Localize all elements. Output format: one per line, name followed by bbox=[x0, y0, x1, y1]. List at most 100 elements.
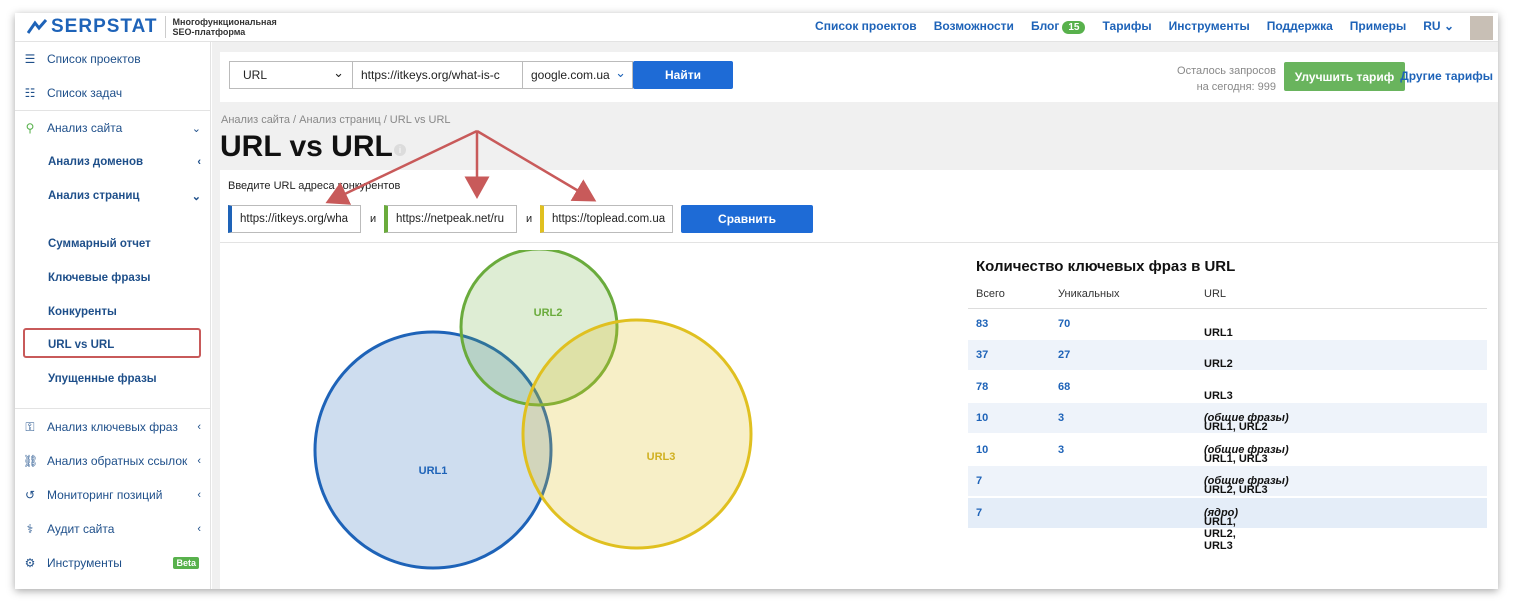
chevron-down-icon: ⌄ bbox=[333, 65, 344, 80]
search-type-select[interactable]: URL ⌄ bbox=[229, 61, 353, 89]
competitors-prompt: Введите URL адреса конкурентов bbox=[228, 180, 401, 192]
venn-diagram: URL1 URL2 URL3 bbox=[313, 250, 753, 570]
chevron-left-icon: ‹ bbox=[197, 523, 201, 535]
url3-value: https://toplead.com.ua bbox=[552, 213, 666, 225]
row-unique[interactable]: 68 bbox=[1058, 381, 1070, 393]
remaining-line2: на сегодня: 999 bbox=[1196, 81, 1276, 93]
table-row: 10 3 URL1, URL2 (общие фразы) bbox=[968, 403, 1487, 433]
table-row: 10 3 URL1, URL3 (общие фразы) bbox=[968, 435, 1487, 465]
row-total[interactable]: 83 bbox=[976, 318, 988, 330]
row-unique[interactable]: 27 bbox=[1058, 349, 1070, 361]
chevron-left-icon: ‹ bbox=[197, 156, 201, 168]
nav-pricing[interactable]: Тарифы bbox=[1102, 19, 1151, 33]
nav-blog[interactable]: Блог 15 bbox=[1030, 19, 1086, 34]
search-url-value: https://itkeys.org/what-is-c bbox=[361, 68, 500, 82]
row-url: URL2, URL3 (общие фразы) bbox=[1204, 475, 1289, 496]
nav-tools[interactable]: Инструменты bbox=[1169, 19, 1250, 33]
list-icon: ☷ bbox=[24, 86, 36, 100]
chevron-left-icon: ‹ bbox=[197, 489, 201, 501]
url1-value: https://itkeys.org/wha bbox=[240, 213, 349, 225]
sidebar-item-projects[interactable]: ☰ Список проектов bbox=[15, 44, 211, 74]
find-button[interactable]: Найти bbox=[633, 61, 733, 89]
other-plans-link[interactable]: Другие тарифы bbox=[1400, 69, 1493, 83]
chevron-left-icon: ‹ bbox=[197, 421, 201, 433]
nav-support[interactable]: Поддержка bbox=[1267, 19, 1333, 33]
main-content: URL ⌄ https://itkeys.org/what-is-c googl… bbox=[212, 42, 1498, 589]
row-total[interactable]: 37 bbox=[976, 349, 988, 361]
sidebar-item-domain-analysis[interactable]: Анализ доменов ‹ bbox=[15, 147, 211, 177]
row-unique[interactable]: 3 bbox=[1058, 444, 1064, 456]
row-url-label: URL1, URL2 bbox=[1204, 421, 1268, 433]
menu-icon: ☰ bbox=[24, 52, 36, 66]
row-unique[interactable]: 3 bbox=[1058, 412, 1064, 424]
column-header-unique: Уникальных bbox=[1058, 288, 1120, 300]
language-label: RU bbox=[1423, 19, 1441, 33]
sidebar-item-site-audit[interactable]: ⚕ Аудит сайта ‹ bbox=[15, 514, 211, 544]
sidebar-item-tools[interactable]: ⚙ Инструменты Beta bbox=[15, 548, 211, 578]
chevron-left-icon: ‹ bbox=[197, 455, 201, 467]
sidebar-item-missed-keywords[interactable]: Упущенные фразы bbox=[15, 364, 211, 394]
url3-input[interactable]: https://toplead.com.ua bbox=[540, 205, 673, 233]
sidebar-divider bbox=[15, 110, 211, 111]
column-header-total: Всего bbox=[976, 288, 1005, 300]
sidebar-item-backlinks[interactable]: ⛓ Анализ обратных ссылок ‹ bbox=[15, 446, 211, 476]
venn-circle-url3 bbox=[521, 318, 753, 550]
sidebar-item-label: Упущенные фразы bbox=[48, 373, 157, 385]
nav-examples[interactable]: Примеры bbox=[1350, 19, 1406, 33]
and-label: и bbox=[526, 213, 533, 225]
logo[interactable]: SERPSTAT Многофункциональная SEO-платфор… bbox=[27, 16, 277, 38]
blog-badge: 15 bbox=[1062, 21, 1086, 34]
row-total[interactable]: 78 bbox=[976, 381, 988, 393]
row-total[interactable]: 10 bbox=[976, 444, 988, 456]
row-url: URL1, URL3 (общие фразы) bbox=[1204, 444, 1289, 465]
sidebar-item-label: Анализ страниц bbox=[48, 190, 140, 202]
url1-input[interactable]: https://itkeys.org/wha bbox=[228, 205, 361, 233]
url2-value: https://netpeak.net/ru bbox=[396, 213, 505, 225]
sidebar-item-competitors[interactable]: Конкуренты bbox=[15, 297, 211, 327]
row-url-label: URL1, URL3 bbox=[1204, 453, 1268, 465]
table-row: 78 68 URL3 bbox=[968, 372, 1487, 402]
venn-label-url2: URL2 bbox=[534, 307, 563, 319]
nav-features[interactable]: Возможности bbox=[934, 19, 1014, 33]
nav-projects[interactable]: Список проектов bbox=[815, 19, 917, 33]
sidebar-item-page-analysis[interactable]: Анализ страниц ⌄ bbox=[15, 181, 211, 211]
language-selector[interactable]: RU ⌄ bbox=[1423, 19, 1454, 33]
row-url-label: URL3 bbox=[1204, 390, 1233, 402]
sidebar-item-site-analysis[interactable]: ⚲ Анализ сайта ⌄ bbox=[15, 113, 211, 143]
sidebar-item-label: Мониторинг позиций bbox=[47, 488, 163, 502]
info-icon[interactable]: i bbox=[394, 144, 406, 156]
nav-blog-label: Блог bbox=[1030, 19, 1060, 33]
row-url-label: URL1 bbox=[1204, 327, 1233, 339]
logo-divider bbox=[164, 16, 166, 38]
avatar[interactable] bbox=[1470, 16, 1493, 40]
keywords-table-title: Количество ключевых фраз в URL bbox=[976, 258, 1236, 275]
brand-subtitle-line1: Многофункциональная bbox=[172, 17, 277, 27]
sidebar-item-keywords[interactable]: Ключевые фразы bbox=[15, 263, 211, 293]
row-total[interactable]: 10 bbox=[976, 412, 988, 424]
sidebar-divider bbox=[15, 408, 211, 409]
upgrade-button[interactable]: Улучшить тариф bbox=[1284, 62, 1405, 91]
sidebar-item-summary[interactable]: Суммарный отчет bbox=[15, 229, 211, 259]
sidebar-item-label: Суммарный отчет bbox=[48, 238, 151, 250]
and-label: и bbox=[370, 213, 377, 225]
search-url-input[interactable]: https://itkeys.org/what-is-c bbox=[352, 61, 523, 89]
key-icon: ⚿ bbox=[25, 419, 35, 434]
chevron-down-icon: ⌄ bbox=[615, 65, 626, 80]
compare-button[interactable]: Сравнить bbox=[681, 205, 813, 233]
sidebar-item-label: Инструменты bbox=[47, 556, 122, 570]
row-total[interactable]: 7 bbox=[976, 475, 982, 487]
sidebar-item-keyword-analysis[interactable]: ⚿ Анализ ключевых фраз ‹ bbox=[15, 412, 211, 442]
row-unique[interactable]: 70 bbox=[1058, 318, 1070, 330]
url2-input[interactable]: https://netpeak.net/ru bbox=[384, 205, 517, 233]
sidebar-item-rank-tracker[interactable]: ↺ Мониторинг позиций ‹ bbox=[15, 480, 211, 510]
search-engine-select[interactable]: google.com.ua ⌄ bbox=[522, 61, 633, 89]
row-total[interactable]: 7 bbox=[976, 507, 982, 519]
row-url-label: URL2, URL3 bbox=[1204, 484, 1268, 496]
venn-label-url3: URL3 bbox=[647, 451, 676, 463]
sidebar-item-label: Список проектов bbox=[47, 52, 141, 66]
sidebar-item-label: Анализ сайта bbox=[47, 121, 123, 135]
table-row: 83 70 URL1 bbox=[968, 309, 1487, 339]
sidebar-item-label: Аудит сайта bbox=[47, 522, 115, 536]
sidebar-item-tasks[interactable]: ☷ Список задач bbox=[15, 78, 211, 108]
compare-panel: Введите URL адреса конкурентов https://i… bbox=[220, 170, 1498, 589]
